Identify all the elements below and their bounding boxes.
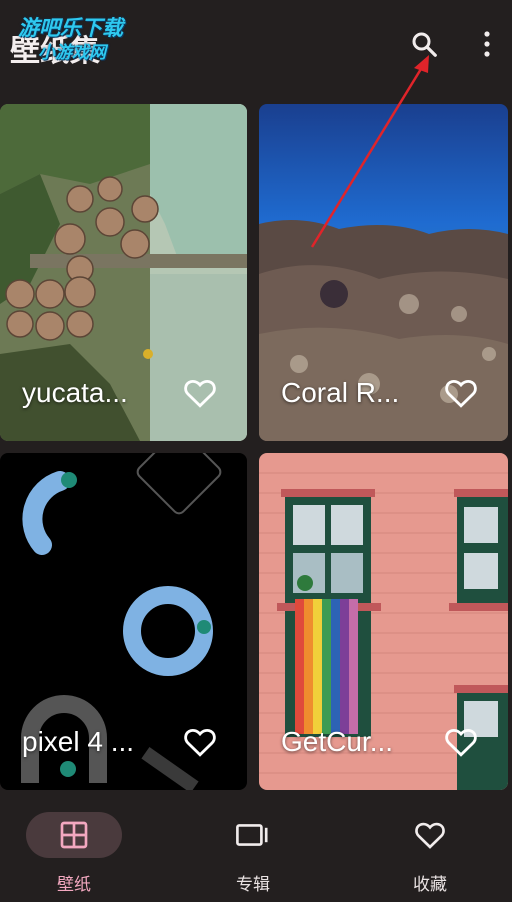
nav-active-indicator	[26, 812, 122, 858]
wallpaper-title: pixel 4 ...	[22, 726, 135, 757]
search-icon	[412, 32, 437, 57]
wallpaper-title: yucata...	[22, 377, 128, 408]
top-app-bar: 壁纸集 游吧乐下载 小游戏网	[0, 0, 512, 96]
nav-item-albums[interactable]: 专辑	[193, 812, 313, 895]
more-options-button[interactable]	[469, 26, 505, 62]
favorite-button[interactable]	[183, 726, 217, 758]
nav-label: 收藏	[413, 875, 447, 895]
nav-label: 壁纸	[57, 875, 91, 895]
heart-outline-icon	[445, 728, 477, 757]
album-icon	[236, 824, 268, 846]
more-vert-icon	[484, 31, 490, 57]
heart-outline-icon	[184, 728, 216, 757]
wallpaper-title: GetCur...	[281, 726, 394, 757]
bottom-navigation: 壁纸 专辑 收藏	[0, 790, 512, 902]
favorite-button[interactable]	[444, 377, 478, 409]
grid-icon	[60, 821, 88, 849]
heart-outline-icon	[415, 822, 445, 849]
wallpaper-card-pixel-4[interactable]: pixel 4 ...	[0, 453, 247, 790]
wallpaper-card-coral-reef[interactable]: Coral R...	[259, 104, 508, 441]
nav-item-wallpapers[interactable]: 壁纸	[14, 812, 134, 895]
favorite-button[interactable]	[183, 377, 217, 409]
watermark-line-2: 小游戏网	[38, 43, 106, 63]
wallpaper-card-getcurious[interactable]: GetCur...	[259, 453, 508, 790]
watermark-logo: 游吧乐下载 小游戏网	[14, 10, 146, 64]
heart-outline-icon	[184, 379, 216, 408]
nav-item-favorites[interactable]: 收藏	[370, 812, 490, 895]
search-button[interactable]	[406, 26, 442, 62]
wallpaper-title: Coral R...	[281, 377, 400, 408]
nav-label: 专辑	[236, 875, 270, 895]
favorite-button[interactable]	[444, 726, 478, 758]
wallpaper-card-yucatan[interactable]: yucata...	[0, 104, 247, 441]
heart-outline-icon	[445, 379, 477, 408]
